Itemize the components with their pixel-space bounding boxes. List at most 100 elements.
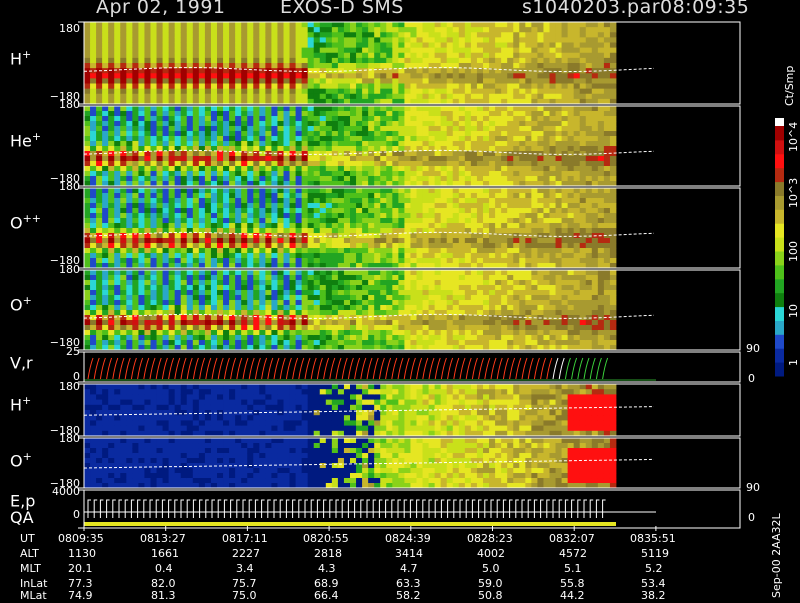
ephemeris-value: 3.4 — [236, 562, 254, 575]
colorbar-tick-100: 100 — [787, 241, 800, 262]
colorbar-swatch — [775, 320, 784, 334]
panel-label-vr: V,r — [10, 352, 33, 372]
ephemeris-value: 2227 — [232, 547, 260, 560]
qa-label: QA — [10, 508, 34, 527]
colorbar-swatch — [775, 223, 784, 237]
colorbar-tick-1: 1 — [787, 359, 800, 366]
panel-ep — [78, 490, 740, 528]
ephemeris-row-name: ALT — [20, 547, 39, 560]
ytick-top: 180 — [40, 180, 80, 193]
ephemeris-value: 38.2 — [641, 589, 666, 602]
colorbar-swatch — [775, 195, 784, 209]
ephemeris-value: 5.2 — [645, 562, 663, 575]
panel-h-plus-1 — [78, 22, 740, 104]
ephemeris-row-name: MLat — [20, 589, 47, 602]
ytick-top: 180 — [40, 432, 80, 445]
ephemeris-value: 0809:35 — [58, 532, 104, 545]
ytick-top: 25 — [40, 345, 80, 358]
panel-o-pp — [78, 188, 740, 268]
colorbar-swatch — [775, 265, 784, 279]
ephemeris-row-name: MLT — [20, 562, 41, 575]
rtick-top: 90 — [746, 481, 760, 494]
ephemeris-value: 0.4 — [155, 562, 173, 575]
colorbar-swatch — [775, 154, 784, 168]
title-time: 08:09:35 — [660, 0, 749, 18]
ephemeris-value: 81.3 — [151, 589, 176, 602]
ephemeris-value: 3414 — [395, 547, 423, 560]
colorbar-swatch — [775, 251, 784, 265]
colorbar-swatch — [775, 182, 784, 196]
ephemeris-value: 74.9 — [68, 589, 93, 602]
colorbar-swatch — [775, 279, 784, 293]
ephemeris-value: 4.7 — [400, 562, 418, 575]
colorbar-label: Ct/Smp — [783, 66, 796, 106]
panel-label-o-pp: O++ — [10, 212, 41, 232]
colorbar — [775, 118, 784, 377]
ephemeris-row-ut: UT 0809:35 0813:27 0817:11 0820:55 0824:… — [0, 532, 800, 546]
ytick-top: 180 — [40, 98, 80, 111]
ephemeris-value: 5119 — [641, 547, 669, 560]
panel-label-h-plus-2: H+ — [10, 394, 31, 414]
colorbar-swatch — [775, 118, 784, 126]
panel-he-plus — [78, 106, 740, 186]
panels-layer — [78, 22, 740, 531]
title-date: Apr 02, 1991 — [96, 0, 226, 18]
ephemeris-value: 20.1 — [68, 562, 93, 575]
colorbar-swatch — [775, 126, 784, 140]
ephemeris-value: 0817:11 — [222, 532, 268, 545]
panel-o-plus-2 — [78, 438, 740, 488]
ephemeris-value: 0820:55 — [303, 532, 349, 545]
ytick-top: 180 — [40, 22, 80, 35]
panel-o-plus-1 — [78, 270, 740, 350]
ephemeris-value: 50.8 — [478, 589, 503, 602]
ephemeris-value: 1661 — [151, 547, 179, 560]
panel-vr — [78, 352, 740, 382]
ephemeris-value: 4.3 — [318, 562, 336, 575]
ephemeris-value: 0813:27 — [140, 532, 186, 545]
ephemeris-value: 44.2 — [560, 589, 585, 602]
ytick-bottom: 0 — [40, 508, 80, 521]
colorbar-tick-10: 10 — [787, 304, 800, 318]
ephemeris-value: 66.4 — [314, 589, 339, 602]
panel-label-he-plus: He+ — [10, 130, 41, 150]
ytick-top: 180 — [40, 263, 80, 276]
colorbar-swatch — [775, 237, 784, 251]
colorbar-swatch — [775, 168, 784, 182]
ephemeris-value: 75.0 — [232, 589, 257, 602]
panel-label-o-plus-2: O+ — [10, 450, 32, 470]
ephemeris-value: 5.0 — [482, 562, 500, 575]
ephemeris-row-name: UT — [20, 532, 35, 545]
colorbar-swatch — [775, 362, 784, 376]
ephemeris-value: 58.2 — [396, 589, 421, 602]
colorbar-swatch — [775, 348, 784, 362]
ephemeris-row-mlt: MLT 20.1 0.4 3.4 4.3 4.7 5.0 5.1 5.2 — [0, 562, 800, 576]
rtick-bottom: 0 — [748, 372, 755, 385]
title-instrument: EXOS-D SMS — [280, 0, 404, 18]
panel-label-h-plus-1: H+ — [10, 48, 31, 68]
colorbar-swatch — [775, 209, 784, 223]
panel-h-plus-2 — [78, 384, 740, 436]
ephemeris-value: 2818 — [314, 547, 342, 560]
ephemeris-value: 0835:51 — [630, 532, 676, 545]
ytick-top: 4000 — [40, 485, 80, 498]
ephemeris-value: 0824:39 — [385, 532, 431, 545]
ytick-top: 180 — [40, 380, 80, 393]
panel-label-o-plus-1: O+ — [10, 294, 32, 314]
ephemeris-row-alt: ALT 1130 1661 2227 2818 3414 4002 4572 5… — [0, 547, 800, 561]
ephemeris-row-mlat: MLat 74.9 81.3 75.0 66.4 58.2 50.8 44.2 … — [0, 589, 800, 603]
spectrogram-figure — [0, 0, 800, 600]
ephemeris-value: 4002 — [477, 547, 505, 560]
colorbar-swatch — [775, 307, 784, 321]
colorbar-tick-1000: 10^3 — [787, 178, 800, 208]
title-file: s1040203.par — [522, 0, 660, 18]
rtick-bottom: 0 — [748, 511, 755, 524]
colorbar-tick-10000: 10^4 — [787, 122, 800, 152]
ephemeris-value: 1130 — [68, 547, 96, 560]
colorbar-swatch — [775, 293, 784, 307]
ephemeris-value: 0832:07 — [549, 532, 595, 545]
ephemeris-value: 5.1 — [564, 562, 582, 575]
ephemeris-value: 0828:23 — [467, 532, 513, 545]
colorbar-swatch — [775, 140, 784, 154]
rtick-top: 90 — [746, 342, 760, 355]
colorbar-swatch — [775, 334, 784, 348]
